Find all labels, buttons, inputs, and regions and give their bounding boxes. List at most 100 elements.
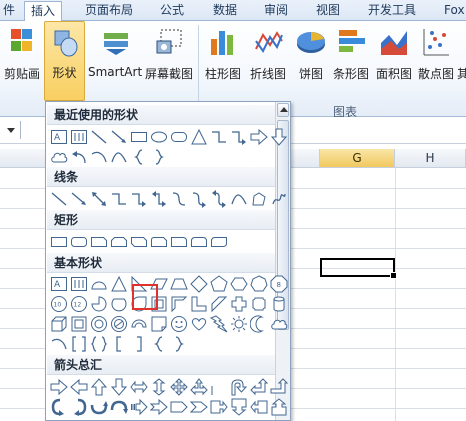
bent-up-arrow-shape-icon[interactable] bbox=[270, 378, 288, 396]
tab-file[interactable]: 件 bbox=[3, 1, 15, 21]
oval-shape-icon[interactable] bbox=[150, 128, 168, 146]
heptagon-shape-icon[interactable] bbox=[250, 275, 268, 293]
text-box-shape-icon[interactable]: A bbox=[50, 128, 68, 146]
block-arc-shape-icon[interactable] bbox=[130, 315, 148, 333]
chevron-shape-icon[interactable] bbox=[190, 398, 208, 416]
area-chart-button[interactable]: 面积图 bbox=[373, 23, 415, 93]
left-brace-shape-icon[interactable] bbox=[130, 148, 148, 166]
right-arrow-callout-shape-icon[interactable] bbox=[210, 398, 228, 416]
other-chart-button[interactable]: 其 bbox=[457, 23, 466, 93]
round-corner-rectangle-shape-icon[interactable] bbox=[170, 233, 188, 251]
curved-right-arrow-shape-icon[interactable] bbox=[50, 398, 68, 416]
tab-page-layout[interactable]: 页面布局 bbox=[85, 1, 133, 21]
vertical-text-box-shape-icon[interactable] bbox=[70, 275, 88, 293]
half-frame-shape-icon[interactable] bbox=[170, 295, 188, 313]
double-brace-shape-icon[interactable] bbox=[90, 335, 108, 353]
down-arrow-shape-icon[interactable] bbox=[270, 128, 288, 146]
cloud-shape-icon[interactable] bbox=[270, 315, 288, 333]
tab-insert[interactable]: 插入 bbox=[24, 1, 63, 22]
dodecagon-shape-icon[interactable]: 12 bbox=[70, 295, 88, 313]
line-shape-icon[interactable] bbox=[50, 190, 68, 208]
clipart-button[interactable]: 剪贴画 bbox=[2, 23, 42, 93]
diagonal-stripe-shape-icon[interactable] bbox=[210, 295, 228, 313]
tab-developer[interactable]: 开发工具 bbox=[368, 1, 416, 21]
round-diagonal-rectangle-shape-icon[interactable] bbox=[210, 233, 228, 251]
pie-shape-icon[interactable] bbox=[90, 295, 108, 313]
snip-round-rectangle-shape-icon[interactable] bbox=[150, 233, 168, 251]
double-bracket-shape-icon[interactable] bbox=[70, 335, 88, 353]
cube-shape-icon[interactable] bbox=[50, 315, 68, 333]
down-arrow-callout-shape-icon[interactable] bbox=[230, 398, 248, 416]
plaque-shape-icon[interactable] bbox=[250, 295, 268, 313]
left-right-up-arrow-shape-icon[interactable] bbox=[190, 378, 208, 396]
up-down-arrow-shape-icon[interactable] bbox=[150, 378, 168, 396]
scatter-chart-button[interactable]: 散点图 bbox=[416, 23, 456, 93]
curved-double-arrow-shape-icon[interactable] bbox=[210, 190, 228, 208]
chord-shape-icon[interactable] bbox=[110, 295, 128, 313]
right-brace-shape-icon[interactable] bbox=[170, 335, 188, 353]
snip-diagonal-rectangle-shape-icon[interactable] bbox=[130, 233, 148, 251]
curved-arrow-connector-shape-icon[interactable] bbox=[190, 190, 208, 208]
u-turn-arrow-shape-icon[interactable] bbox=[230, 378, 248, 396]
pentagon-shape-icon[interactable] bbox=[210, 275, 228, 293]
column-header-h[interactable]: H bbox=[395, 149, 466, 168]
snip-same-side-rectangle-shape-icon[interactable] bbox=[110, 233, 128, 251]
smiley-face-shape-icon[interactable] bbox=[170, 315, 188, 333]
line-chart-button[interactable]: 折线图 bbox=[246, 23, 290, 93]
curved-up-arrow-shape-icon[interactable] bbox=[90, 398, 108, 416]
up-arrow-shape-icon[interactable] bbox=[90, 378, 108, 396]
gallery-scrollbar[interactable] bbox=[275, 102, 290, 420]
sun-shape-icon[interactable] bbox=[230, 315, 248, 333]
triangle-shape-icon[interactable] bbox=[190, 128, 208, 146]
vertical-text-box-shape-icon[interactable] bbox=[70, 128, 88, 146]
folded-corner-shape-icon[interactable] bbox=[150, 315, 168, 333]
column-header-g[interactable]: G bbox=[320, 149, 395, 168]
curved-connector-shape-icon[interactable] bbox=[170, 190, 188, 208]
lightning-bolt-shape-icon[interactable] bbox=[210, 315, 228, 333]
diamond-shape-icon[interactable] bbox=[190, 275, 208, 293]
right-bracket-shape-icon[interactable] bbox=[130, 335, 148, 353]
hexagon-shape-icon[interactable] bbox=[230, 275, 248, 293]
curved-left-arrow-shape-icon[interactable] bbox=[70, 148, 88, 166]
curved-down-arrow-shape-icon[interactable] bbox=[110, 398, 128, 416]
striped-right-arrow-shape-icon[interactable] bbox=[130, 398, 148, 416]
right-arrow-shape-icon[interactable] bbox=[250, 128, 268, 146]
screenshot-button[interactable]: 屏幕截图 bbox=[143, 23, 195, 93]
rectangle-shape-icon[interactable] bbox=[130, 128, 148, 146]
pentagon-arrow-shape-icon[interactable] bbox=[170, 398, 188, 416]
pie-chart-button[interactable]: 饼图 bbox=[293, 23, 329, 93]
scribble-shape-icon[interactable] bbox=[270, 190, 288, 208]
moon-shape-icon[interactable] bbox=[250, 315, 268, 333]
up-arrow-callout-shape-icon[interactable] bbox=[270, 398, 288, 416]
bent-arrow-shape-icon[interactable] bbox=[210, 378, 228, 396]
tab-foxit[interactable]: Fox bbox=[444, 1, 465, 21]
down-arrow-shape-icon[interactable] bbox=[110, 378, 128, 396]
smartart-button[interactable]: SmartArt bbox=[88, 23, 142, 93]
tab-review[interactable]: 审阅 bbox=[264, 1, 288, 21]
bevel-shape-icon[interactable] bbox=[70, 315, 88, 333]
line-shape-icon[interactable] bbox=[90, 128, 108, 146]
elbow-arrow-connector-shape-icon[interactable] bbox=[230, 128, 248, 146]
arrow-line-shape-icon[interactable] bbox=[110, 128, 128, 146]
cloud-shape-icon[interactable] bbox=[50, 148, 68, 166]
shapes-button[interactable]: 形状 bbox=[44, 21, 85, 101]
rounded-rectangle-shape-icon[interactable] bbox=[170, 128, 188, 146]
decagon-shape-icon[interactable]: 10 bbox=[50, 295, 68, 313]
elbow-double-arrow-shape-icon[interactable] bbox=[150, 190, 168, 208]
double-arrow-line-shape-icon[interactable] bbox=[90, 190, 108, 208]
column-chart-button[interactable]: 柱形图 bbox=[203, 23, 243, 93]
arrow-line-shape-icon[interactable] bbox=[70, 190, 88, 208]
right-arrow-shape-icon[interactable] bbox=[50, 378, 68, 396]
donut-shape-icon[interactable] bbox=[90, 315, 108, 333]
no-symbol-shape-icon[interactable] bbox=[110, 315, 128, 333]
left-arrow-callout-shape-icon[interactable] bbox=[250, 398, 268, 416]
tab-view[interactable]: 视图 bbox=[316, 1, 340, 21]
rounded-rectangle-shape-icon[interactable] bbox=[70, 233, 88, 251]
curve-shape-icon[interactable] bbox=[230, 190, 248, 208]
curve-shape-icon[interactable] bbox=[110, 148, 128, 166]
bar-chart-button[interactable]: 条形图 bbox=[331, 23, 371, 93]
can-shape-icon[interactable] bbox=[270, 295, 288, 313]
octagon-shape-icon[interactable]: 8 bbox=[270, 275, 288, 293]
tab-data[interactable]: 数据 bbox=[213, 1, 237, 21]
tab-formulas[interactable]: 公式 bbox=[160, 1, 184, 21]
